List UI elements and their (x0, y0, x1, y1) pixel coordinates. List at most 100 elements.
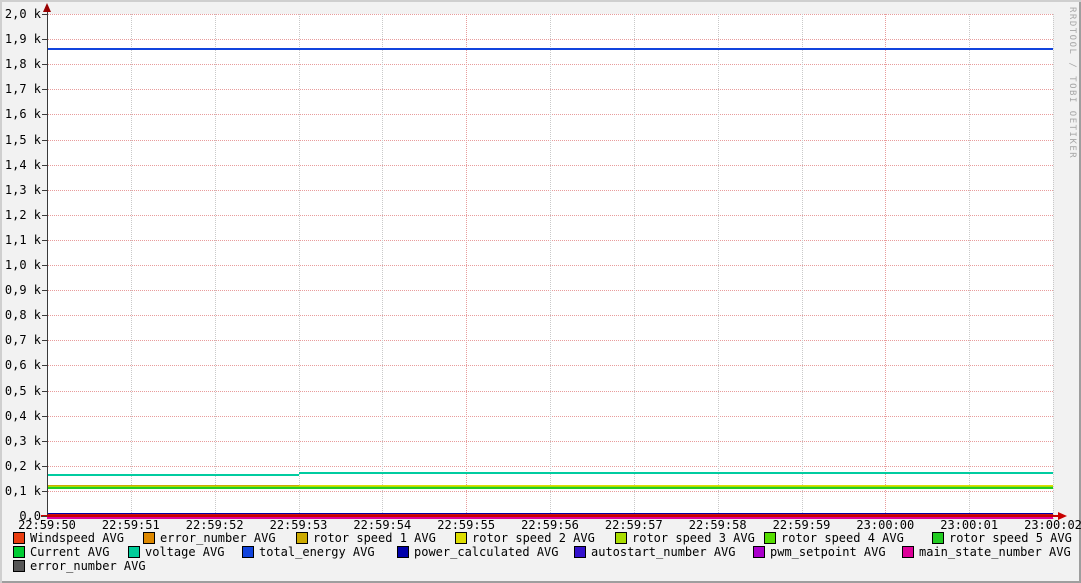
legend-label: voltage AVG (145, 546, 224, 558)
grid-line-vertical (634, 14, 635, 519)
x-axis-label: 22:59:53 (257, 519, 341, 531)
legend-label: rotor speed 1 AVG (313, 532, 436, 544)
legend-label: rotor speed 5 AVG (949, 532, 1072, 544)
legend-swatch (615, 532, 627, 544)
y-axis-tick (42, 365, 47, 366)
x-axis-label: 22:59:50 (5, 519, 89, 531)
y-axis-tick (42, 466, 47, 467)
y-axis-label: 1,9 k (0, 33, 41, 45)
y-axis-label: 0,5 k (0, 385, 41, 397)
y-axis-label: 0,1 k (0, 485, 41, 497)
legend-swatch (13, 560, 25, 572)
legend-label: rotor speed 3 AVG (632, 532, 755, 544)
x-axis-label: 23:00:01 (927, 519, 1011, 531)
grid-line-vertical (466, 14, 467, 519)
legend-swatch (902, 546, 914, 558)
y-axis-label: 1,6 k (0, 108, 41, 120)
legend-label: total_energy AVG (259, 546, 375, 558)
y-axis-tick (42, 114, 47, 115)
y-axis-tick (42, 391, 47, 392)
y-axis-tick (42, 315, 47, 316)
legend-label: error_number AVG (160, 532, 276, 544)
series-line-rotor-speed-5-avg (952, 487, 1053, 489)
legend-swatch (296, 532, 308, 544)
x-axis-label: 22:59:57 (592, 519, 676, 531)
y-axis-tick (42, 340, 47, 341)
y-axis-label: 2,0 k (0, 8, 41, 20)
grid-line-vertical (885, 14, 886, 519)
x-axis-label: 22:59:51 (89, 519, 173, 531)
x-axis-label: 22:59:58 (676, 519, 760, 531)
legend-swatch (574, 546, 586, 558)
y-axis-tick (42, 39, 47, 40)
legend-label: Windspeed AVG (30, 532, 124, 544)
y-axis-tick (42, 140, 47, 141)
plot-area (47, 14, 1053, 516)
y-axis-tick (42, 89, 47, 90)
grid-line-vertical (550, 14, 551, 519)
x-axis-line (41, 515, 1060, 517)
y-axis-tick (42, 14, 47, 15)
y-axis-label: 1,7 k (0, 83, 41, 95)
y-axis-label: 0,9 k (0, 284, 41, 296)
y-axis-tick (42, 441, 47, 442)
y-axis-label: 1,8 k (0, 58, 41, 70)
y-axis-arrow-icon (43, 3, 51, 12)
legend-swatch (764, 532, 776, 544)
grid-line-vertical (215, 14, 216, 519)
legend-swatch (932, 532, 944, 544)
y-axis-tick (42, 165, 47, 166)
legend-swatch (397, 546, 409, 558)
series-line-voltage-avg (47, 474, 299, 476)
y-axis-tick (42, 240, 47, 241)
series-line-total_energy-avg (47, 48, 1053, 50)
legend-swatch (13, 532, 25, 544)
legend-label: main_state_number AVG (919, 546, 1071, 558)
legend-label: Current AVG (30, 546, 109, 558)
y-axis-tick (42, 516, 47, 517)
x-axis-label: 22:59:59 (760, 519, 844, 531)
legend-label: rotor speed 2 AVG (472, 532, 595, 544)
y-axis-label: 0,6 k (0, 359, 41, 371)
y-axis-line (47, 8, 48, 517)
grid-line-vertical (299, 14, 300, 519)
x-axis-label: 22:59:52 (173, 519, 257, 531)
y-axis-label: 0,3 k (0, 435, 41, 447)
grid-line-vertical (131, 14, 132, 519)
x-axis-label: 22:59:54 (340, 519, 424, 531)
legend-label: error_number AVG (30, 560, 146, 572)
y-axis-tick (42, 416, 47, 417)
y-axis-tick (42, 290, 47, 291)
x-axis-label: 23:00:02 (1011, 519, 1081, 531)
legend-swatch (242, 546, 254, 558)
y-axis-label: 1,3 k (0, 184, 41, 196)
series-line-rotor-speed-5-avg (47, 487, 952, 489)
x-axis-label: 23:00:00 (843, 519, 927, 531)
grid-line-vertical (382, 14, 383, 519)
y-axis-label: 1,2 k (0, 209, 41, 221)
legend-swatch (13, 546, 25, 558)
x-axis-label: 22:59:55 (424, 519, 508, 531)
grid-line-vertical (969, 14, 970, 519)
legend-label: rotor speed 4 AVG (781, 532, 904, 544)
x-axis-label: 22:59:56 (508, 519, 592, 531)
y-axis-label: 0,7 k (0, 334, 41, 346)
grid-line-vertical (718, 14, 719, 519)
y-axis-tick (42, 190, 47, 191)
legend-swatch (455, 532, 467, 544)
y-axis-label: 1,5 k (0, 134, 41, 146)
series-line-voltage-avg (299, 472, 1054, 474)
y-axis-tick (42, 64, 47, 65)
legend-swatch (128, 546, 140, 558)
y-axis-label: 1,0 k (0, 259, 41, 271)
legend-label: autostart_number AVG (591, 546, 736, 558)
y-axis-tick (42, 265, 47, 266)
legend-label: power_calculated AVG (414, 546, 559, 558)
y-axis-label: 1,4 k (0, 159, 41, 171)
y-axis-tick (42, 491, 47, 492)
y-axis-tick (42, 215, 47, 216)
grid-line-vertical (802, 14, 803, 519)
y-axis-label: 0,8 k (0, 309, 41, 321)
legend-swatch (143, 532, 155, 544)
legend-swatch (753, 546, 765, 558)
